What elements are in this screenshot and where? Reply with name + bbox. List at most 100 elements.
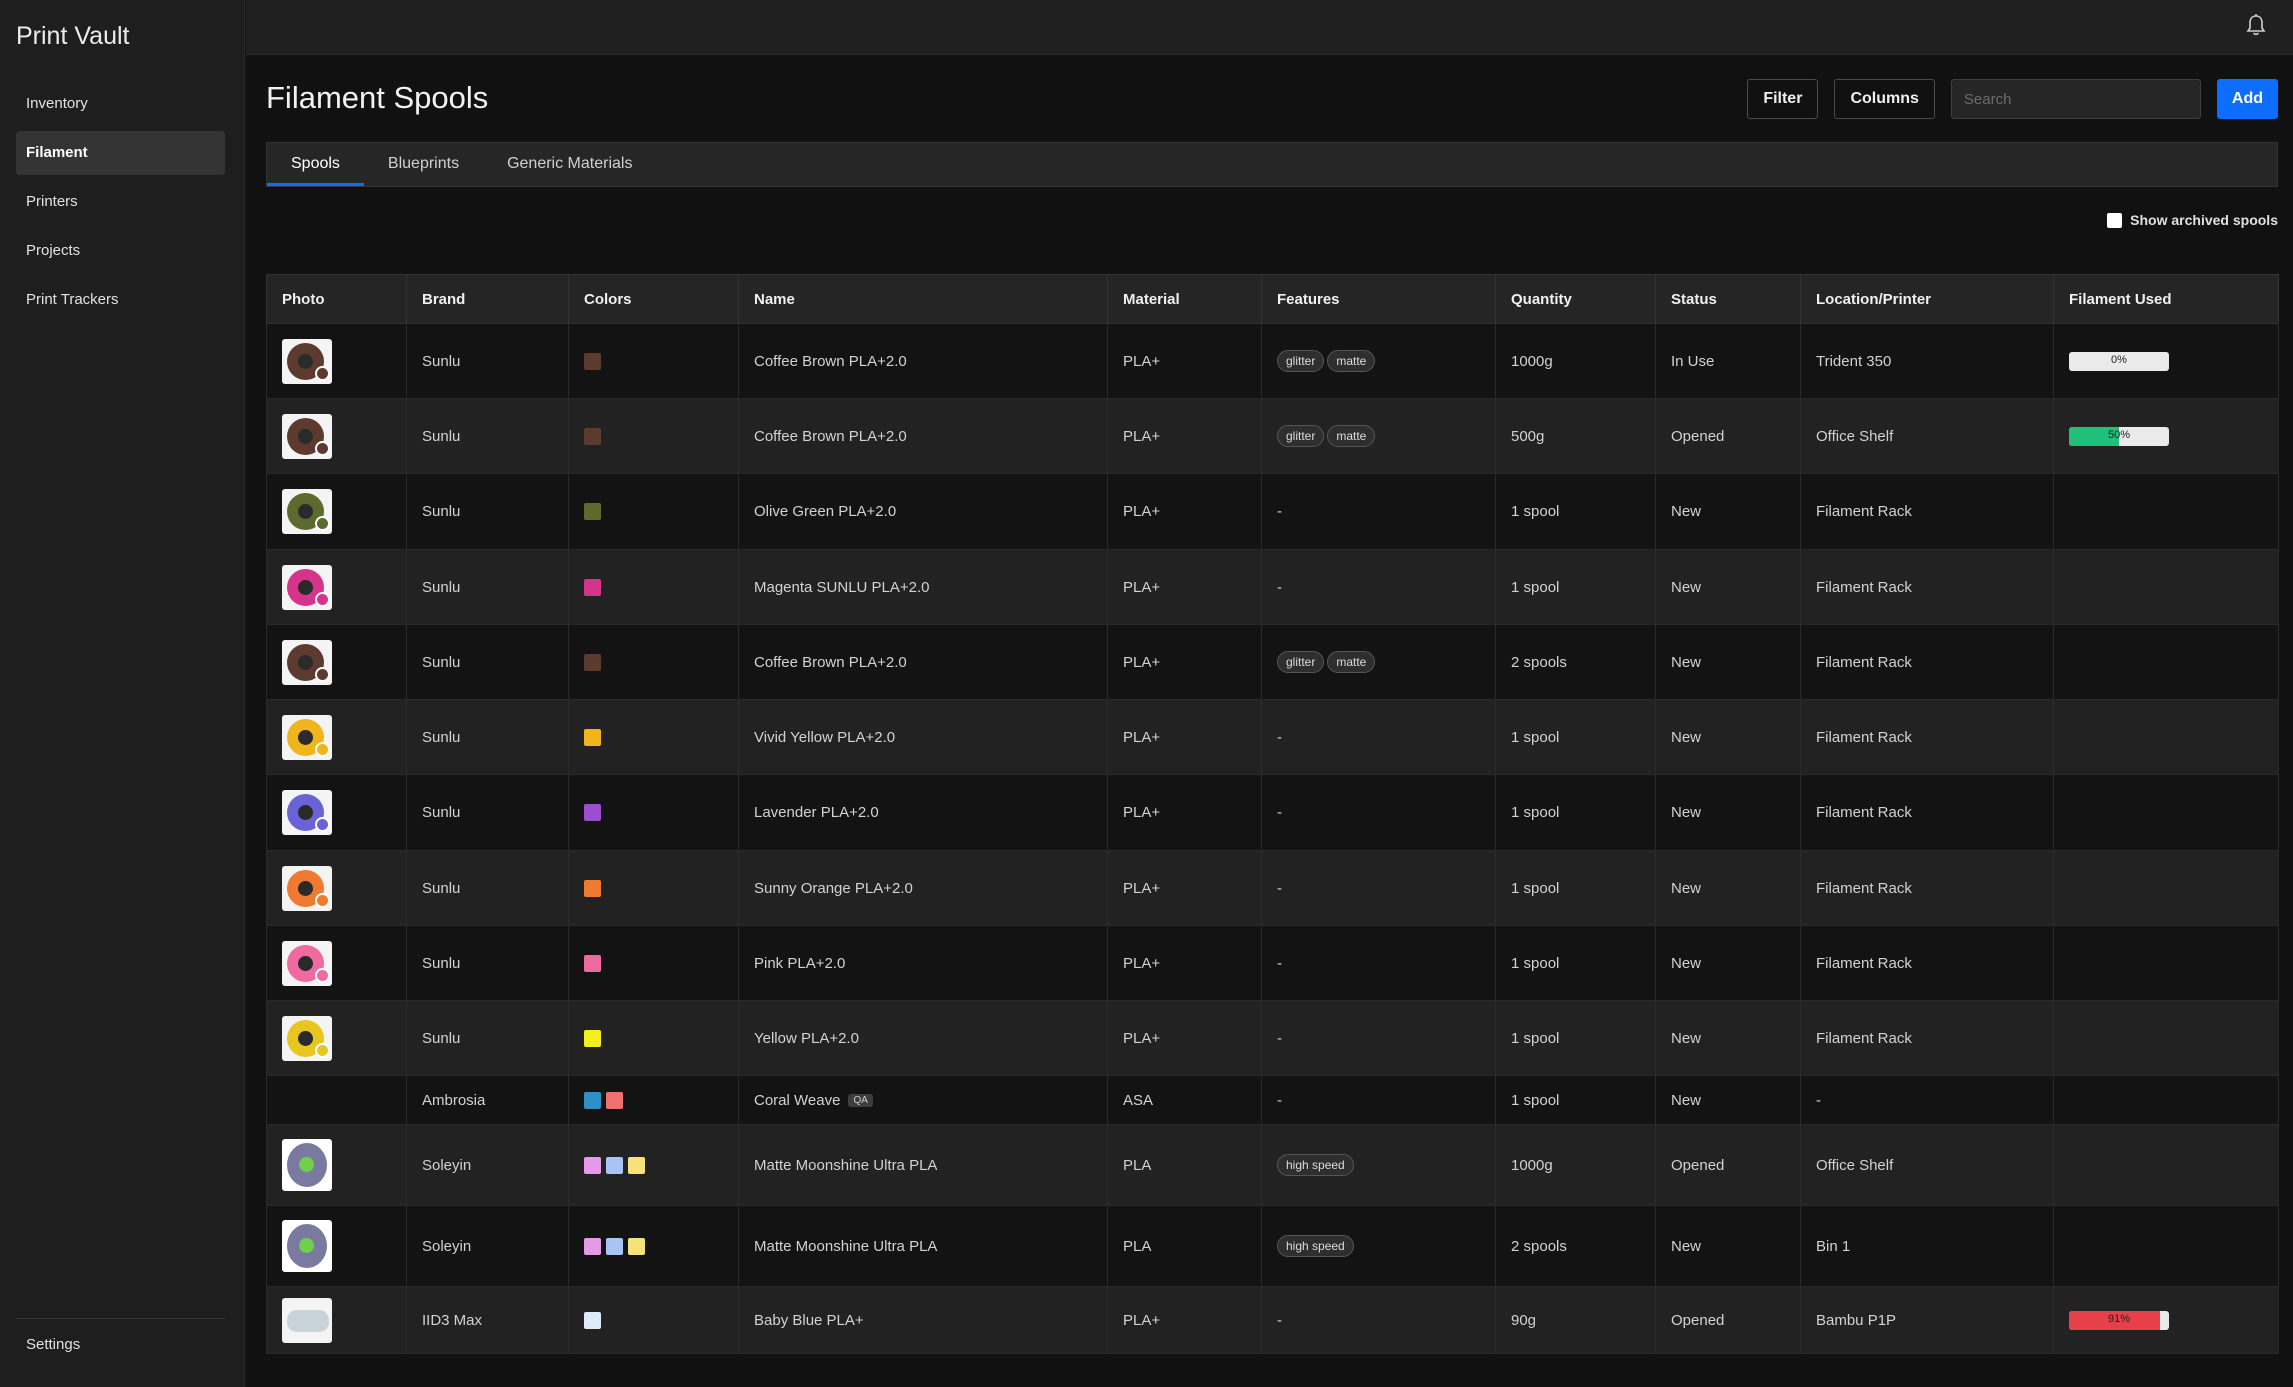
location-cell: Filament Rack bbox=[1800, 549, 2054, 625]
tab-spools[interactable]: Spools bbox=[267, 143, 364, 186]
colors-cell bbox=[568, 323, 739, 399]
spool-photo[interactable] bbox=[282, 1297, 332, 1343]
column-header[interactable]: Status bbox=[1655, 274, 1801, 324]
color-swatch bbox=[584, 578, 601, 596]
column-header[interactable]: Colors bbox=[568, 274, 739, 324]
show-archived-checkbox[interactable] bbox=[2107, 212, 2123, 228]
spool-photo[interactable] bbox=[282, 1139, 332, 1191]
spool-photo[interactable] bbox=[282, 940, 332, 986]
spool-name[interactable]: Baby Blue PLA+ bbox=[754, 1312, 864, 1329]
table-row[interactable]: Sunlu Coffee Brown PLA+2.0 PLA+ glitter matt… bbox=[266, 323, 2279, 399]
table-row[interactable]: Sunlu Vivid Yellow PLA+2.0 PLA+ -1 spool New… bbox=[266, 699, 2279, 775]
column-header[interactable]: Features bbox=[1261, 274, 1496, 324]
table-row[interactable]: Sunlu Magenta SUNLU PLA+2.0 PLA+ -1 spool Ne… bbox=[266, 549, 2279, 625]
spool-name[interactable]: Matte Moonshine Ultra PLA bbox=[754, 1238, 937, 1255]
table-row[interactable]: Soleyin Matte Moonshine Ultra PLA PLA high … bbox=[266, 1124, 2279, 1206]
name-cell[interactable]: Yellow PLA+2.0 bbox=[738, 1000, 1108, 1076]
table-row[interactable]: Sunlu Coffee Brown PLA+2.0 PLA+ glitter matt… bbox=[266, 398, 2279, 474]
sidebar-item-print-trackers[interactable]: Print Trackers bbox=[16, 278, 225, 322]
spool-photo[interactable] bbox=[282, 865, 332, 911]
quantity-cell: 1 spool bbox=[1495, 774, 1656, 851]
column-header[interactable]: Brand bbox=[406, 274, 569, 324]
spool-photo[interactable] bbox=[282, 1015, 332, 1061]
name-cell[interactable]: Vivid Yellow PLA+2.0 bbox=[738, 699, 1108, 775]
spool-name[interactable]: Olive Green PLA+2.0 bbox=[754, 503, 896, 520]
spool-name[interactable]: Coffee Brown PLA+2.0 bbox=[754, 428, 907, 445]
filament-used-progress: 0% bbox=[2069, 351, 2169, 371]
name-cell[interactable]: Coffee Brown PLA+2.0 bbox=[738, 398, 1108, 474]
filament-used-cell bbox=[2053, 1075, 2279, 1125]
spool-name[interactable]: Vivid Yellow PLA+2.0 bbox=[754, 729, 895, 746]
colors-cell bbox=[568, 549, 739, 625]
name-cell[interactable]: Lavender PLA+2.0 bbox=[738, 774, 1108, 851]
material-cell: PLA+ bbox=[1107, 925, 1262, 1001]
spool-name[interactable]: Matte Moonshine Ultra PLA bbox=[754, 1157, 937, 1174]
photo-cell bbox=[266, 699, 407, 775]
name-cell[interactable]: Coffee Brown PLA+2.0 bbox=[738, 624, 1108, 700]
brand-badge-icon bbox=[315, 1042, 330, 1058]
name-cell[interactable]: Matte Moonshine Ultra PLA bbox=[738, 1205, 1108, 1287]
spool-photo[interactable] bbox=[282, 714, 332, 760]
bell-icon[interactable] bbox=[2244, 13, 2268, 39]
name-cell[interactable]: Magenta SUNLU PLA+2.0 bbox=[738, 549, 1108, 625]
table-row[interactable]: Soleyin Matte Moonshine Ultra PLA PLA high … bbox=[266, 1205, 2279, 1287]
spool-name[interactable]: Coffee Brown PLA+2.0 bbox=[754, 353, 907, 370]
name-cell[interactable]: Baby Blue PLA+ bbox=[738, 1286, 1108, 1354]
name-cell[interactable]: Sunny Orange PLA+2.0 bbox=[738, 850, 1108, 926]
spool-photo[interactable] bbox=[282, 1220, 332, 1272]
column-header[interactable]: Name bbox=[738, 274, 1108, 324]
color-swatch bbox=[584, 1311, 601, 1329]
spool-photo[interactable] bbox=[282, 489, 332, 534]
sidebar-item-inventory[interactable]: Inventory bbox=[16, 82, 225, 126]
column-header[interactable]: Material bbox=[1107, 274, 1262, 324]
photo-cell bbox=[266, 850, 407, 926]
table-row[interactable]: Sunlu Coffee Brown PLA+2.0 PLA+ glitter matt… bbox=[266, 624, 2279, 700]
spool-name[interactable]: Coral Weave bbox=[754, 1092, 840, 1109]
spool-photo[interactable] bbox=[282, 790, 332, 835]
columns-button[interactable]: Columns bbox=[1834, 79, 1935, 119]
brand-badge-icon bbox=[315, 741, 330, 757]
spool-name[interactable]: Lavender PLA+2.0 bbox=[754, 804, 879, 821]
table-row[interactable]: Ambrosia Coral Weave QA ASA -1 spool New - bbox=[266, 1075, 2279, 1125]
sidebar-item-printers[interactable]: Printers bbox=[16, 180, 225, 224]
search-input[interactable] bbox=[1950, 79, 2201, 119]
spool-photo[interactable] bbox=[282, 564, 332, 610]
spool-name[interactable]: Coffee Brown PLA+2.0 bbox=[754, 654, 907, 671]
spool-name[interactable]: Sunny Orange PLA+2.0 bbox=[754, 880, 913, 897]
sidebar-item-filament[interactable]: Filament bbox=[16, 131, 225, 175]
table-row[interactable]: Sunlu Lavender PLA+2.0 PLA+ -1 spool New Fila… bbox=[266, 774, 2279, 851]
table-row[interactable]: Sunlu Yellow PLA+2.0 PLA+ -1 spool New Filame… bbox=[266, 1000, 2279, 1076]
material-cell: PLA+ bbox=[1107, 699, 1262, 775]
column-header[interactable]: Filament Used bbox=[2053, 274, 2279, 324]
name-cell[interactable]: Matte Moonshine Ultra PLA bbox=[738, 1124, 1108, 1206]
filter-button[interactable]: Filter bbox=[1747, 79, 1819, 119]
table-row[interactable]: Sunlu Sunny Orange PLA+2.0 PLA+ -1 spool New… bbox=[266, 850, 2279, 926]
table-row[interactable]: Sunlu Pink PLA+2.0 PLA+ -1 spool New Filament… bbox=[266, 925, 2279, 1001]
progress-label: 0% bbox=[2111, 353, 2127, 366]
spool-photo[interactable] bbox=[282, 413, 332, 459]
column-header[interactable]: Quantity bbox=[1495, 274, 1656, 324]
name-cell[interactable]: Pink PLA+2.0 bbox=[738, 925, 1108, 1001]
show-archived-toggle: Show archived spools bbox=[2107, 212, 2278, 228]
sidebar-item-settings[interactable]: Settings bbox=[26, 1336, 80, 1353]
spool-name[interactable]: Yellow PLA+2.0 bbox=[754, 1030, 859, 1047]
column-header[interactable]: Photo bbox=[266, 274, 407, 324]
spool-name[interactable]: Magenta SUNLU PLA+2.0 bbox=[754, 579, 930, 596]
add-button[interactable]: Add bbox=[2216, 79, 2278, 119]
name-cell[interactable]: Olive Green PLA+2.0 bbox=[738, 473, 1108, 550]
photo-cell bbox=[266, 925, 407, 1001]
spool-photo[interactable] bbox=[282, 639, 332, 685]
photo-cell bbox=[266, 398, 407, 474]
material-cell: PLA bbox=[1107, 1205, 1262, 1287]
spool-photo[interactable] bbox=[282, 338, 332, 384]
tab-blueprints[interactable]: Blueprints bbox=[364, 143, 483, 186]
table-row[interactable]: IID3 Max Baby Blue PLA+ PLA+ -90g Opened Bamb… bbox=[266, 1286, 2279, 1354]
sidebar-item-projects[interactable]: Projects bbox=[16, 229, 225, 273]
spool-name[interactable]: Pink PLA+2.0 bbox=[754, 955, 845, 972]
name-cell[interactable]: Coral Weave QA bbox=[738, 1075, 1108, 1125]
table-row[interactable]: Sunlu Olive Green PLA+2.0 PLA+ -1 spool New F… bbox=[266, 473, 2279, 550]
tab-generic-materials[interactable]: Generic Materials bbox=[483, 143, 656, 186]
column-header[interactable]: Location/Printer bbox=[1800, 274, 2054, 324]
name-cell[interactable]: Coffee Brown PLA+2.0 bbox=[738, 323, 1108, 399]
status-cell: New bbox=[1655, 699, 1801, 775]
